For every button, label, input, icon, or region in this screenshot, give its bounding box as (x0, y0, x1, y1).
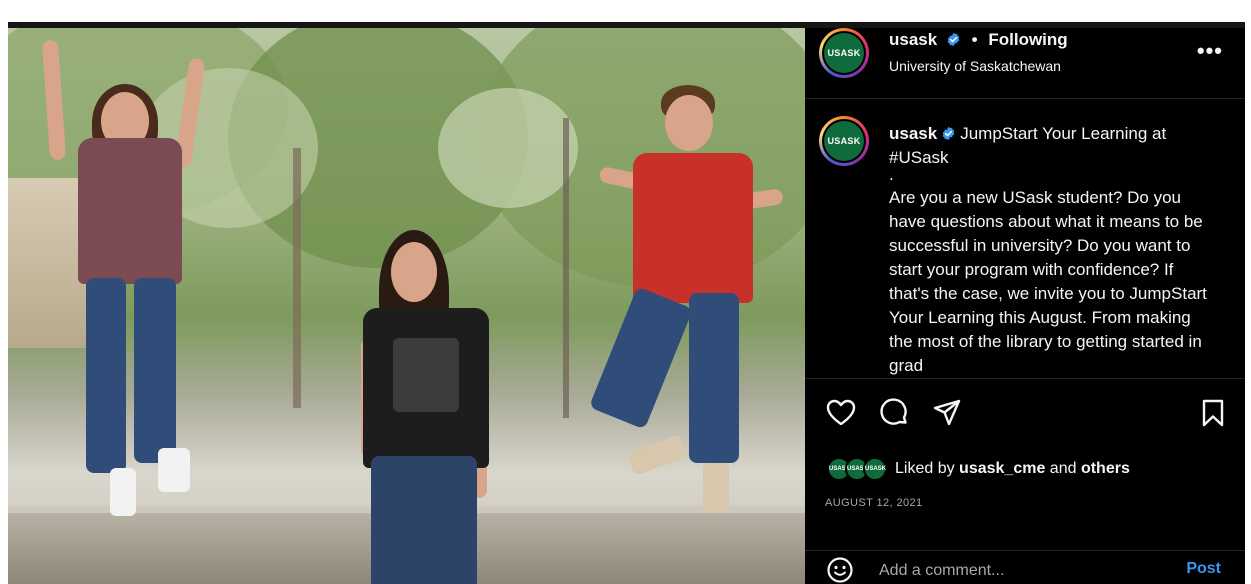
verified-badge-icon (947, 32, 960, 47)
sky-gap (438, 88, 578, 208)
likes-prefix: Liked by (895, 460, 955, 477)
likes-summary: USASK USASK USASK Liked by usask_cme and… (827, 455, 1130, 483)
tree-trunk (293, 148, 301, 408)
likes-text: Liked by usask_cme and others (895, 460, 1130, 478)
liker-avatar[interactable]: USASK (863, 457, 887, 481)
shirt-graphic (393, 338, 459, 412)
caption-text: usask JumpStart Your Learning at #USask … (889, 122, 1214, 378)
person-right (588, 83, 784, 513)
post-side-panel: USASK usask • Following University of Sa… (805, 28, 1245, 584)
comment-bar: Post (805, 550, 1245, 584)
caption-body: Are you a new USask student? Do you have… (889, 188, 1207, 375)
comment-input[interactable] (879, 559, 1159, 583)
verified-badge-icon (942, 126, 955, 141)
post-modal: USASK usask • Following University of Sa… (8, 28, 1245, 584)
account-avatar[interactable]: USASK (819, 28, 869, 78)
caption-avatar-label: USASK (824, 121, 864, 161)
paper-plane-icon[interactable] (931, 397, 963, 429)
caption-dot: . (889, 165, 894, 184)
caption-username[interactable]: usask (889, 124, 937, 143)
following-button[interactable]: Following (988, 30, 1067, 49)
post-comment-button[interactable]: Post (1186, 560, 1221, 578)
account-display-name: University of Saskatchewan (889, 58, 1061, 74)
post-photo[interactable] (8, 28, 805, 584)
liker-username[interactable]: usask_cme (959, 460, 1045, 477)
person-left (38, 28, 238, 528)
post-date[interactable]: AUGUST 12, 2021 (825, 497, 923, 509)
bookmark-icon[interactable] (1197, 397, 1229, 429)
comment-bubble-icon[interactable] (878, 397, 910, 429)
person-middle (353, 228, 503, 584)
header-account-line: usask • Following (889, 30, 1068, 50)
caption-avatar[interactable]: USASK (819, 116, 869, 166)
account-username[interactable]: usask (889, 30, 937, 49)
page-backdrop (0, 0, 1251, 28)
tree-trunk (563, 118, 569, 418)
emoji-icon[interactable] (825, 555, 855, 584)
more-options-button[interactable]: ••• (1197, 38, 1223, 64)
post-header: USASK usask • Following University of Sa… (805, 28, 1245, 99)
likes-others-link[interactable]: others (1081, 460, 1130, 477)
likes-conjunction: and (1049, 460, 1077, 477)
separator-dot: • (971, 30, 978, 49)
account-avatar-label: USASK (824, 33, 864, 73)
post-actions: USASK USASK USASK Liked by usask_cme and… (805, 378, 1245, 550)
heart-icon[interactable] (825, 397, 857, 429)
post-caption: USASK usask JumpStart Your Learning at #… (805, 100, 1245, 378)
